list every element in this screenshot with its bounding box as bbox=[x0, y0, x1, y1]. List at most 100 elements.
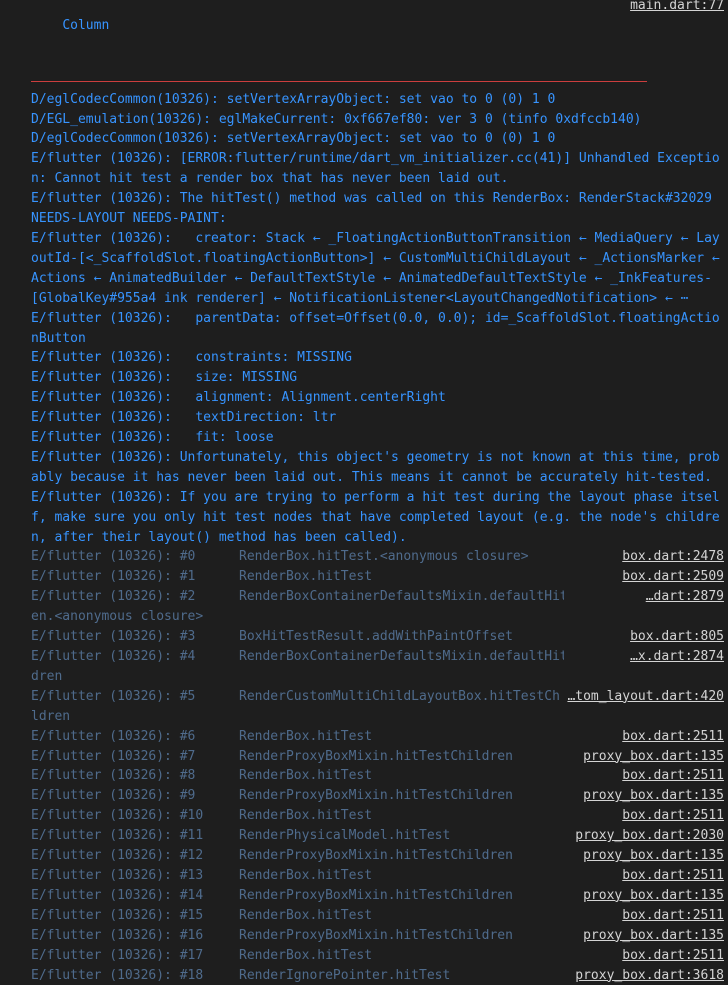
stack-frame-row: E/flutter (10326): #2RenderBoxContainerD… bbox=[0, 587, 728, 607]
stack-frame-row: E/flutter (10326): #13RenderBox.hitTest b… bbox=[0, 866, 728, 886]
frame-prefix: E/flutter (10326): #6 bbox=[31, 727, 239, 747]
stack-frame-row: E/flutter (10326): #3BoxHitTestResult.ad… bbox=[0, 627, 728, 647]
stack-frame-row: E/flutter (10326): #10RenderBox.hitTest b… bbox=[0, 806, 728, 826]
frame-continuation: dren bbox=[0, 667, 728, 687]
frame-source-link[interactable]: …x.dart:2874 bbox=[624, 647, 724, 667]
frame-source-link[interactable]: proxy_box.dart:135 bbox=[577, 846, 724, 866]
frame-prefix: E/flutter (10326): #7 bbox=[31, 747, 239, 767]
frame-source-link[interactable]: …tom_layout.dart:420 bbox=[561, 687, 724, 707]
stack-frame-row: E/flutter (10326): #7RenderProxyBoxMixin… bbox=[0, 747, 728, 767]
frame-function: RenderBox.hitTest bbox=[239, 806, 372, 826]
frame-function: RenderPhysicalModel.hitTest bbox=[239, 826, 450, 846]
frame-source-link[interactable]: proxy_box.dart:3618 bbox=[569, 966, 724, 985]
frame-source-link[interactable]: proxy_box.dart:135 bbox=[577, 786, 724, 806]
stack-frame-row: E/flutter (10326): #8RenderBox.hitTest bo… bbox=[0, 766, 728, 786]
frame-source-link[interactable]: proxy_box.dart:2030 bbox=[569, 826, 724, 846]
log-line: E/flutter (10326): constraints: MISSING bbox=[0, 348, 728, 368]
frame-prefix: E/flutter (10326): #16 bbox=[31, 926, 239, 946]
frame-source-link[interactable]: proxy_box.dart:135 bbox=[577, 747, 724, 767]
stack-frame-row: E/flutter (10326): #0RenderBox.hitTest.<… bbox=[0, 547, 728, 567]
log-line: E/flutter (10326): fit: loose bbox=[0, 428, 728, 448]
stack-frame-row: E/flutter (10326): #18RenderIgnorePointe… bbox=[0, 966, 728, 985]
frame-function: RenderBox.hitTest bbox=[239, 567, 372, 587]
log-line: E/flutter (10326): alignment: Alignment.… bbox=[0, 388, 728, 408]
log-line: E/flutter (10326): If you are trying to … bbox=[0, 488, 728, 548]
frame-prefix: E/flutter (10326): #5 bbox=[31, 687, 239, 707]
log-line: E/flutter (10326): parentData: offset=Of… bbox=[0, 309, 728, 349]
log-line: E/flutter (10326): size: MISSING bbox=[0, 368, 728, 388]
frame-function: RenderProxyBoxMixin.hitTestChildren bbox=[239, 926, 513, 946]
frame-source-link[interactable]: box.dart:2511 bbox=[616, 906, 724, 926]
frame-function: RenderProxyBoxMixin.hitTestChildren bbox=[239, 786, 513, 806]
frame-function: RenderBoxContainerDefaultsMixin.defaultH… bbox=[239, 587, 564, 607]
log-line: E/flutter (10326): textDirection: ltr bbox=[0, 408, 728, 428]
frame-function: RenderBox.hitTest bbox=[239, 766, 372, 786]
frame-function: RenderProxyBoxMixin.hitTestChildren bbox=[239, 846, 513, 866]
frame-source-link[interactable]: box.dart:2511 bbox=[616, 727, 724, 747]
frame-function: RenderProxyBoxMixin.hitTestChildren bbox=[239, 747, 513, 767]
frame-function: RenderBox.hitTest.<anonymous closure> bbox=[239, 547, 529, 567]
stack-frame-row: E/flutter (10326): #14RenderProxyBoxMixi… bbox=[0, 886, 728, 906]
log-line: E/flutter (10326): The hitTest() method … bbox=[0, 189, 728, 229]
frame-source-link[interactable]: proxy_box.dart:135 bbox=[577, 926, 724, 946]
log-line: E/flutter (10326): Unfortunately, this o… bbox=[0, 448, 728, 488]
frame-source-link[interactable]: box.dart:2511 bbox=[616, 766, 724, 786]
log-line: D/eglCodecCommon(10326): setVertexArrayO… bbox=[0, 90, 728, 110]
frame-source-link[interactable]: box.dart:2511 bbox=[616, 806, 724, 826]
stack-frame-row: E/flutter (10326): #4RenderBoxContainerD… bbox=[0, 647, 728, 667]
frame-prefix: E/flutter (10326): #10 bbox=[31, 806, 239, 826]
stack-frame-row: E/flutter (10326): #17RenderBox.hitTest b… bbox=[0, 946, 728, 966]
frame-prefix: E/flutter (10326): #12 bbox=[31, 846, 239, 866]
frame-prefix: E/flutter (10326): #14 bbox=[31, 886, 239, 906]
frame-prefix: E/flutter (10326): #2 bbox=[31, 587, 239, 607]
stack-frame-row: E/flutter (10326): #6RenderBox.hitTest bo… bbox=[0, 727, 728, 747]
frame-source-link[interactable]: box.dart:2509 bbox=[616, 567, 724, 587]
log-line: E/flutter (10326): [ERROR:flutter/runtim… bbox=[0, 149, 728, 189]
frame-function: RenderProxyBoxMixin.hitTestChildren bbox=[239, 886, 513, 906]
stack-frame-row: E/flutter (10326): #11RenderPhysicalMode… bbox=[0, 826, 728, 846]
frame-prefix: E/flutter (10326): #11 bbox=[31, 826, 239, 846]
stack-trace: E/flutter (10326): #0RenderBox.hitTest.<… bbox=[0, 547, 728, 985]
frame-source-link[interactable]: proxy_box.dart:135 bbox=[577, 886, 724, 906]
frame-prefix: E/flutter (10326): #18 bbox=[31, 966, 239, 985]
frame-prefix: E/flutter (10326): #9 bbox=[31, 786, 239, 806]
log-line: D/EGL_emulation(10326): eglMakeCurrent: … bbox=[0, 110, 728, 130]
source-file-link[interactable]: main.dart:77 bbox=[630, 0, 724, 16]
frame-continuation: en.<anonymous closure> bbox=[0, 607, 728, 627]
stack-frame-row: E/flutter (10326): #15RenderBox.hitTest b… bbox=[0, 906, 728, 926]
stack-frame-row: E/flutter (10326): #1RenderBox.hitTest bo… bbox=[0, 567, 728, 587]
frame-function: RenderBox.hitTest bbox=[239, 866, 372, 886]
stack-frame-row: E/flutter (10326): #9RenderProxyBoxMixin… bbox=[0, 786, 728, 806]
frame-prefix: E/flutter (10326): #1 bbox=[31, 567, 239, 587]
frame-prefix: E/flutter (10326): #13 bbox=[31, 866, 239, 886]
frame-continuation: ldren bbox=[0, 707, 728, 727]
frame-prefix: E/flutter (10326): #8 bbox=[31, 766, 239, 786]
stack-frame-row: E/flutter (10326): #16RenderProxyBoxMixi… bbox=[0, 926, 728, 946]
debug-console-output: Column main.dart:77 D/eglCodecCommon(103… bbox=[0, 0, 728, 936]
frame-function: BoxHitTestResult.addWithPaintOffset bbox=[239, 627, 513, 647]
log-line: D/eglCodecCommon(10326): setVertexArrayO… bbox=[0, 129, 728, 149]
widget-header-line: Column main.dart:77 bbox=[0, 0, 728, 76]
frame-function: RenderBoxContainerDefaultsMixin.defaultH… bbox=[239, 647, 564, 667]
frame-prefix: E/flutter (10326): #3 bbox=[31, 627, 239, 647]
stack-frame-row: E/flutter (10326): #12RenderProxyBoxMixi… bbox=[0, 846, 728, 866]
log-line: E/flutter (10326): creator: Stack ← _Flo… bbox=[0, 229, 728, 309]
widget-name: Column bbox=[62, 18, 109, 33]
frame-function: RenderIgnorePointer.hitTest bbox=[239, 966, 450, 985]
frame-source-link[interactable]: box.dart:2511 bbox=[616, 866, 724, 886]
frame-function: RenderCustomMultiChildLayoutBox.hitTestC… bbox=[239, 687, 564, 707]
error-divider bbox=[31, 81, 647, 82]
frame-function: RenderBox.hitTest bbox=[239, 946, 372, 966]
frame-source-link[interactable]: box.dart:805 bbox=[624, 627, 724, 647]
frame-prefix: E/flutter (10326): #15 bbox=[31, 906, 239, 926]
frame-source-link[interactable]: box.dart:2511 bbox=[616, 946, 724, 966]
stack-frame-row: E/flutter (10326): #5RenderCustomMultiCh… bbox=[0, 687, 728, 707]
frame-source-link[interactable]: box.dart:2478 bbox=[616, 547, 724, 567]
frame-function: RenderBox.hitTest bbox=[239, 906, 372, 926]
log-lines: D/eglCodecCommon(10326): setVertexArrayO… bbox=[0, 90, 728, 548]
frame-prefix: E/flutter (10326): #17 bbox=[31, 946, 239, 966]
frame-function: RenderBox.hitTest bbox=[239, 727, 372, 747]
frame-prefix: E/flutter (10326): #0 bbox=[31, 547, 239, 567]
frame-source-link[interactable]: …dart:2879 bbox=[640, 587, 724, 607]
frame-prefix: E/flutter (10326): #4 bbox=[31, 647, 239, 667]
